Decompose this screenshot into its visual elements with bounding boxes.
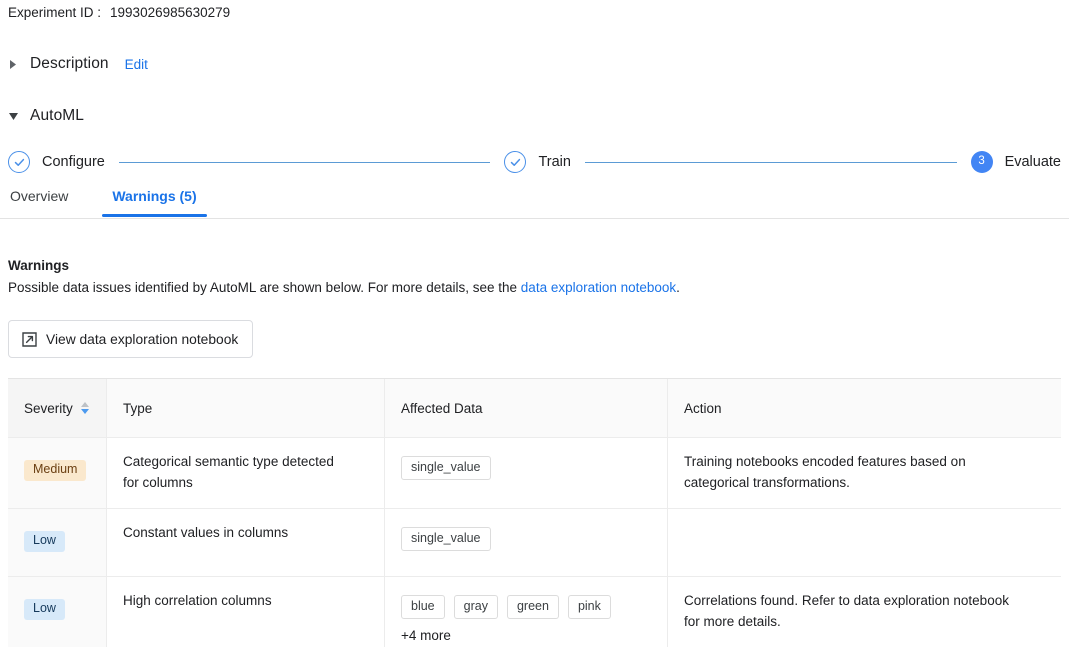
tab-bar-divider bbox=[0, 218, 1069, 219]
warnings-table: Severity Type Affected Data Action Mediu… bbox=[8, 378, 1061, 647]
column-header-action-label: Action bbox=[684, 400, 722, 416]
cell-action: Correlations found. Refer to data explor… bbox=[668, 577, 1061, 647]
tab-overview-label: Overview bbox=[10, 188, 69, 204]
tab-warnings-label: Warnings (5) bbox=[112, 188, 197, 204]
cell-type-line2: for columns bbox=[123, 474, 193, 490]
cell-severity: Low bbox=[8, 508, 107, 576]
section-title-description: Description bbox=[30, 55, 109, 72]
section-title-automl: AutoML bbox=[30, 107, 85, 124]
tab-warnings[interactable]: Warnings (5) bbox=[102, 183, 207, 217]
column-header-affected-data-label: Affected Data bbox=[401, 400, 483, 416]
data-chip: green bbox=[506, 594, 559, 619]
sort-arrows-icon[interactable] bbox=[80, 400, 90, 416]
warnings-heading: Warnings bbox=[8, 258, 70, 273]
data-chip: single_value bbox=[401, 526, 491, 551]
cell-type-line1: Constant values in columns bbox=[123, 524, 289, 540]
tab-overview[interactable]: Overview bbox=[6, 183, 72, 209]
table-row: Low High correlation columns blue gray g… bbox=[8, 576, 1061, 647]
column-header-severity-label: Severity bbox=[24, 400, 73, 416]
column-header-affected-data: Affected Data bbox=[385, 379, 668, 437]
status-badge: Low bbox=[24, 530, 65, 552]
external-link-icon bbox=[21, 331, 38, 348]
data-chip: single_value bbox=[401, 456, 491, 480]
cell-action bbox=[668, 509, 1061, 576]
cell-type: Constant values in columns bbox=[107, 508, 385, 576]
table-row: Medium Categorical semantic type detecte… bbox=[8, 438, 1061, 509]
column-header-severity[interactable]: Severity bbox=[8, 379, 107, 437]
cell-affected-data: single_value bbox=[385, 438, 668, 508]
cell-type-line1: High correlation columns bbox=[123, 592, 272, 608]
section-header-description[interactable]: Description Edit bbox=[6, 55, 148, 73]
step-number-badge: 3 bbox=[970, 151, 993, 173]
warnings-description-period: . bbox=[676, 280, 680, 295]
automl-warnings-page: Experiment ID : 1993026985630279 Descript… bbox=[0, 0, 1069, 647]
check-circle-icon bbox=[8, 151, 30, 173]
view-notebook-button-label: View data exploration notebook bbox=[46, 331, 239, 347]
cell-action-line1: Training notebooks encoded features base… bbox=[684, 454, 966, 469]
table-header-row: Severity Type Affected Data Action bbox=[8, 379, 1061, 438]
column-header-action: Action bbox=[668, 379, 1061, 437]
column-header-type: Type bbox=[107, 379, 385, 437]
experiment-id-line: Experiment ID : 1993026985630279 bbox=[8, 5, 230, 20]
step-connector-1 bbox=[118, 161, 491, 163]
status-badge: Low bbox=[24, 598, 65, 620]
step-connector-2 bbox=[584, 161, 957, 163]
cell-type: High correlation columns bbox=[107, 576, 385, 647]
data-chip: gray bbox=[453, 594, 498, 619]
step-configure[interactable]: Configure bbox=[8, 151, 105, 173]
cell-action-line2: for more details. bbox=[684, 613, 781, 629]
cell-action-line2: categorical transformations. bbox=[684, 474, 850, 490]
cell-severity: Low bbox=[8, 576, 107, 647]
warnings-description: Possible data issues identified by AutoM… bbox=[8, 280, 680, 295]
cell-action-line1: Correlations found. Refer to data explor… bbox=[684, 592, 1009, 608]
check-circle-icon bbox=[504, 151, 527, 173]
cell-type-line1: Categorical semantic type detected bbox=[123, 454, 334, 469]
edit-description-link[interactable]: Edit bbox=[125, 57, 148, 72]
data-exploration-notebook-link[interactable]: data exploration notebook bbox=[521, 280, 676, 295]
view-data-exploration-notebook-button[interactable]: View data exploration notebook bbox=[8, 320, 254, 358]
caret-down-icon[interactable] bbox=[6, 109, 20, 123]
experiment-id-label: Experiment ID : bbox=[8, 5, 102, 20]
cell-affected-data: blue gray green pink +4 more bbox=[385, 576, 668, 647]
step-evaluate[interactable]: 3 Evaluate bbox=[970, 151, 1061, 173]
tab-active-underline bbox=[102, 214, 207, 217]
caret-right-icon[interactable] bbox=[6, 57, 20, 71]
status-badge: Medium bbox=[24, 460, 87, 481]
warnings-description-text: Possible data issues identified by AutoM… bbox=[8, 280, 521, 295]
step-label-configure: Configure bbox=[42, 154, 105, 170]
cell-severity: Medium bbox=[8, 438, 107, 508]
cell-affected-data: single_value bbox=[385, 508, 668, 576]
cell-action: Training notebooks encoded features base… bbox=[668, 438, 1061, 508]
data-chip: blue bbox=[401, 594, 445, 619]
data-chip: pink bbox=[567, 594, 611, 619]
tab-bar: Overview Warnings (5) bbox=[0, 183, 1069, 219]
experiment-id-value: 1993026985630279 bbox=[110, 5, 231, 20]
step-number: 3 bbox=[978, 155, 985, 168]
step-label-evaluate: Evaluate bbox=[1004, 154, 1061, 170]
cell-type: Categorical semantic type detected for c… bbox=[107, 438, 385, 508]
automl-stepper: Configure Train 3 Evaluate bbox=[8, 147, 1061, 177]
step-train[interactable]: Train bbox=[504, 151, 571, 173]
section-header-automl[interactable]: AutoML bbox=[6, 107, 84, 125]
column-header-type-label: Type bbox=[123, 400, 153, 416]
table-row: Low Constant values in columns single_va… bbox=[8, 508, 1061, 577]
step-label-train: Train bbox=[538, 154, 571, 170]
more-chips-label[interactable]: +4 more bbox=[401, 626, 451, 647]
